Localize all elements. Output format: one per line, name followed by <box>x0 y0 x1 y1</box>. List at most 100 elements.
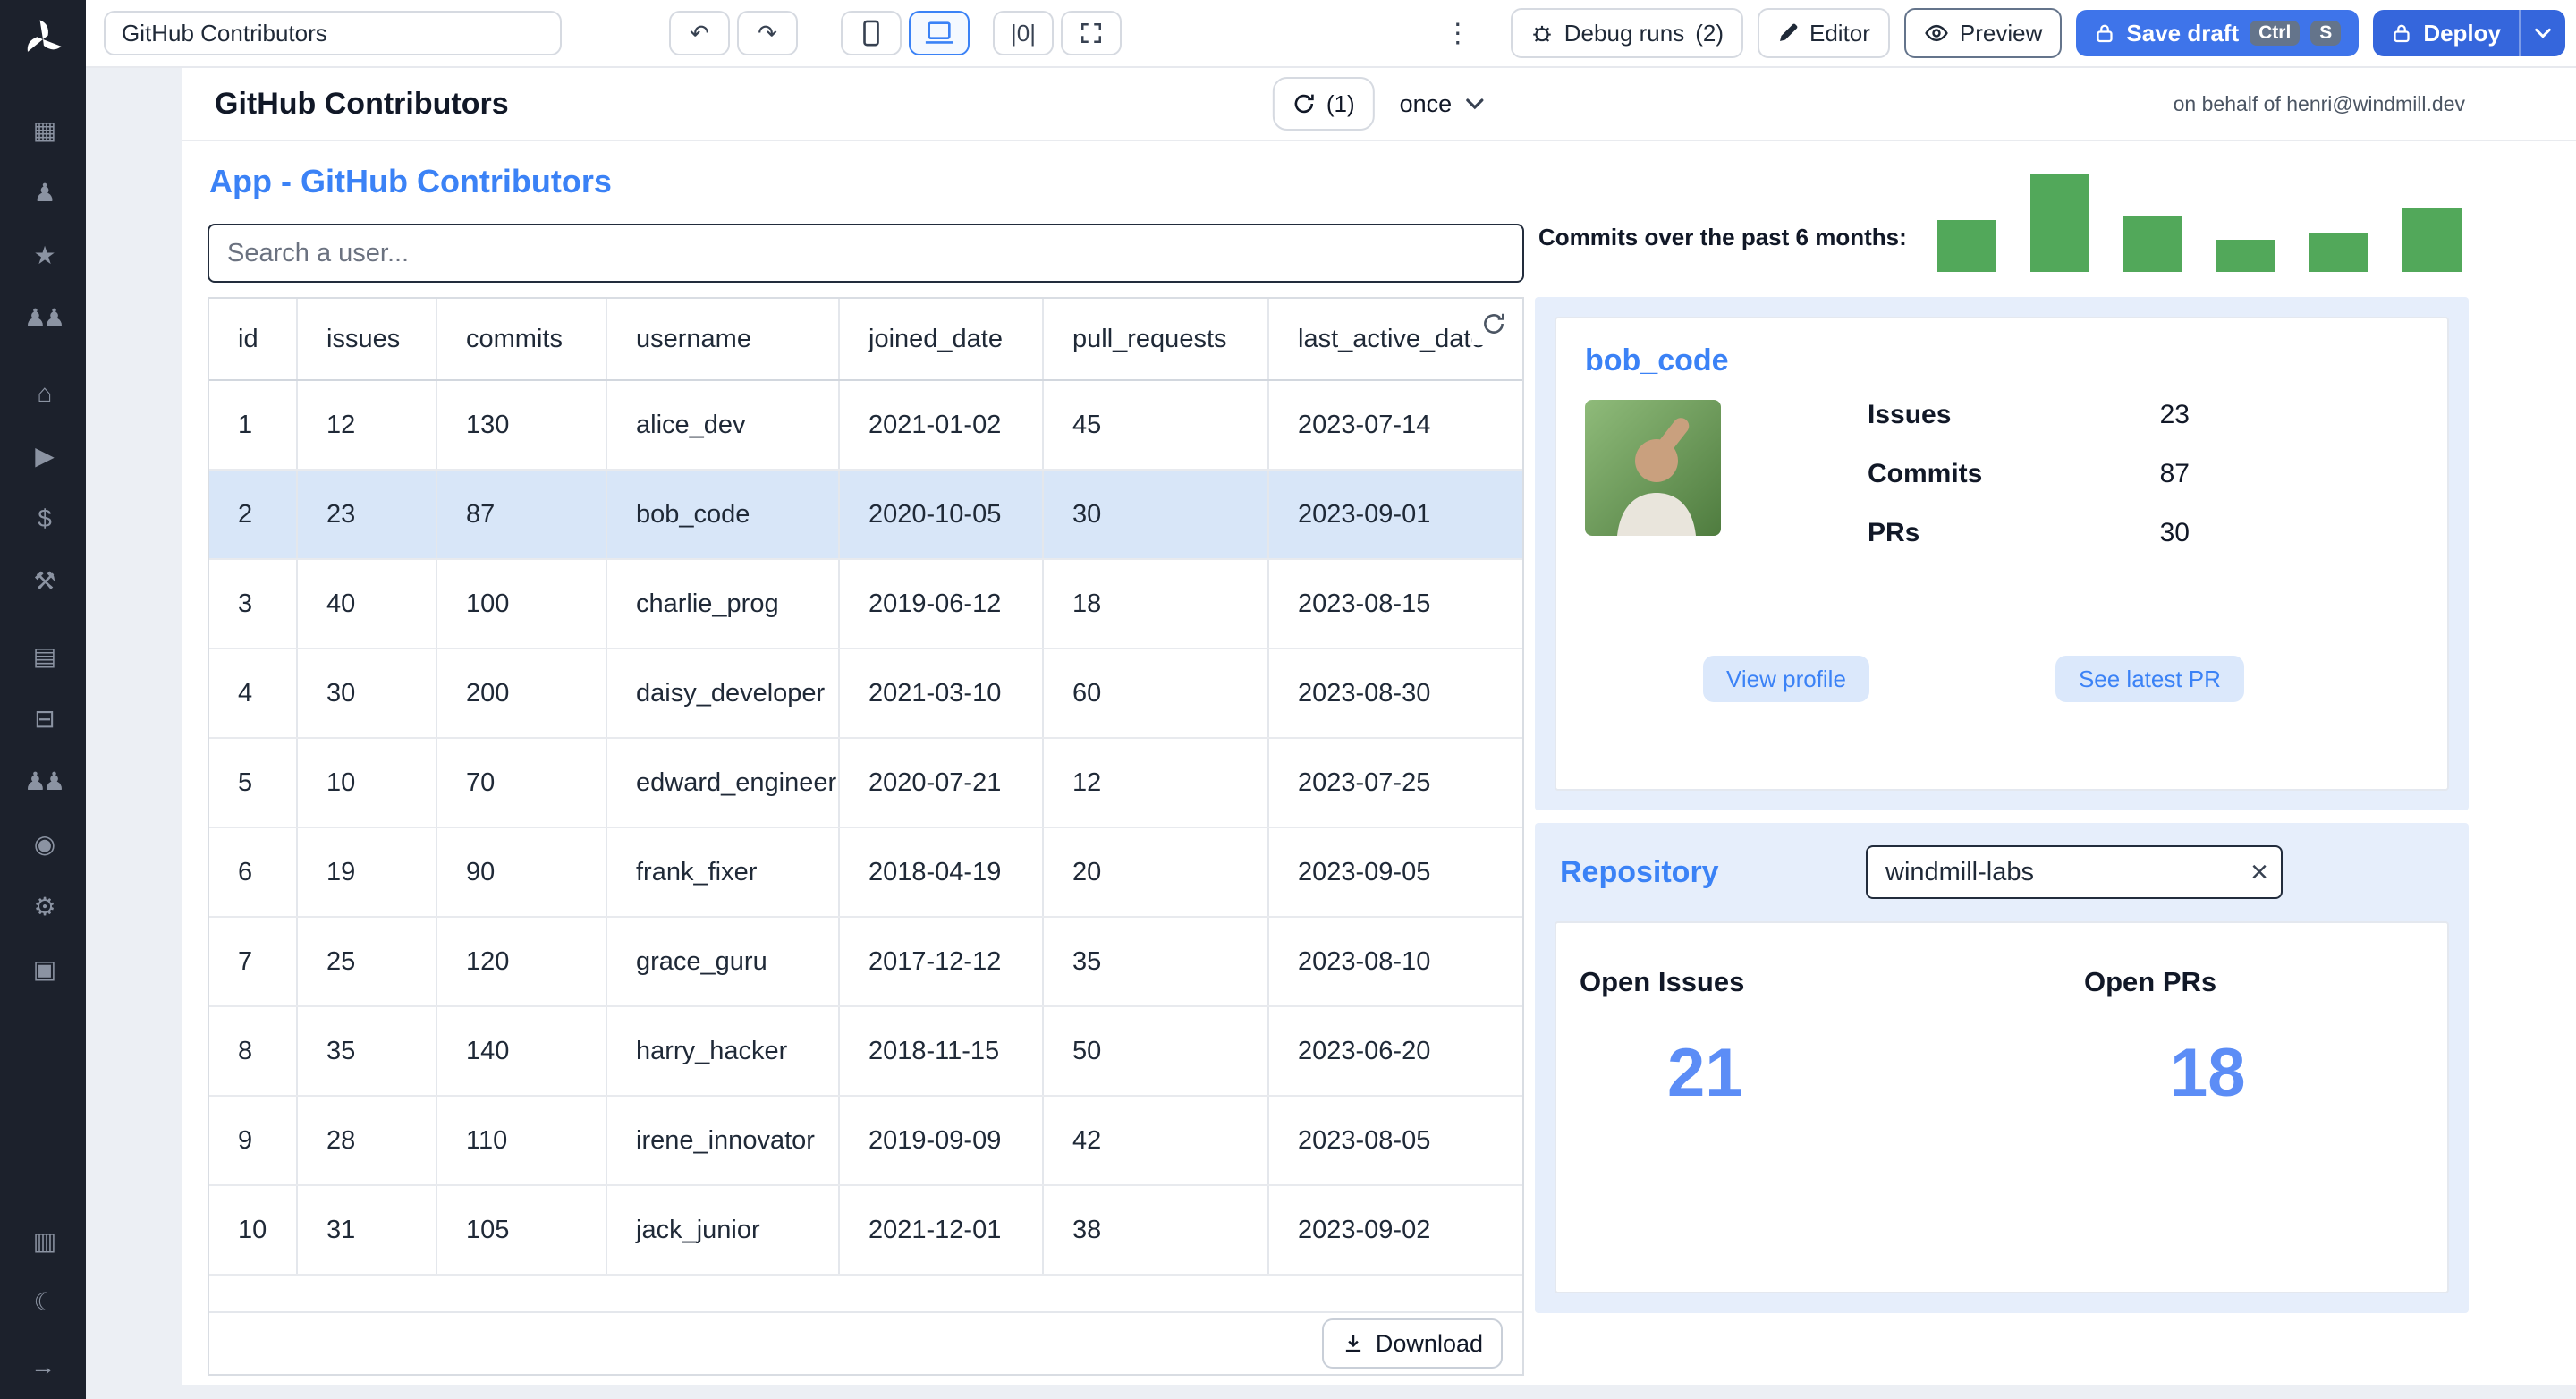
app-header: GitHub Contributors (1) once on behalf o… <box>182 68 2576 141</box>
save-draft-button[interactable]: Save draft Ctrl S <box>2076 10 2360 56</box>
phone-icon <box>863 20 879 47</box>
column-header[interactable]: id <box>209 299 298 381</box>
sidebar-item-workers-icon[interactable]: ⚒ <box>25 564 61 599</box>
more-menu-button[interactable]: ⋮ <box>1430 18 1486 49</box>
download-icon <box>1345 1335 1361 1352</box>
sidebar-item-runs-icon[interactable]: ▶ <box>25 438 61 474</box>
column-header[interactable]: pull_requests <box>1043 299 1269 381</box>
schedule-label: once <box>1399 89 1453 117</box>
redo-button[interactable]: ↷ <box>737 11 798 55</box>
editor-button[interactable]: Editor <box>1757 8 1890 58</box>
refresh-all-button[interactable]: (1) <box>1272 77 1375 131</box>
undo-icon: ↶ <box>690 19 709 47</box>
sidebar-item-home-icon[interactable]: ⌂ <box>25 376 61 411</box>
see-latest-pr-button[interactable]: See latest PR <box>2055 656 2244 702</box>
column-header[interactable]: username <box>606 299 840 381</box>
sidebar-item-ai-icon[interactable]: ▣ <box>25 952 61 988</box>
sidebar-item-members-icon[interactable]: ♟♟ <box>24 764 65 800</box>
sidebar-item-user-icon[interactable]: ♟ <box>25 175 61 211</box>
sidebar-item-audit-icon[interactable]: ◉ <box>25 827 61 862</box>
download-label: Download <box>1375 1329 1483 1357</box>
sidebar-item-settings-icon[interactable]: ⚙ <box>25 889 61 925</box>
refresh-icon <box>1484 313 1504 334</box>
app-name-input[interactable] <box>104 11 562 55</box>
user-stats: Issues 23 Commits 87 PRs 30 <box>1868 400 2190 577</box>
chart-bar <box>2402 208 2462 272</box>
expand-icon <box>1081 23 1101 43</box>
desktop-view-button[interactable] <box>909 11 970 55</box>
table-row[interactable]: 7 25 120 grace_guru 2017-12-12 35 2023-08-10 <box>209 917 1522 1007</box>
chart-bar <box>2123 216 2182 272</box>
table-row[interactable]: 8 35 140 harry_hacker 2018-11-15 50 2023-06-20 <box>209 1006 1522 1097</box>
chevron-down-icon <box>1466 98 1484 110</box>
debug-runs-button[interactable]: Debug runs (2) <box>1510 8 1743 58</box>
sidebar-groups: ▦ ♟ ★ ♟♟ ⌂ ▶ $ ⚒ ▤ ⊟ ♟♟ ◉ ⚙ ▣ <box>24 73 65 988</box>
sidebar-item-folders-icon[interactable]: ⊟ <box>25 701 61 737</box>
sidebar-item-dark-mode-icon[interactable]: ☾ <box>25 1285 61 1320</box>
mobile-view-button[interactable] <box>841 11 902 55</box>
deploy-button[interactable]: Deploy <box>2373 10 2565 56</box>
table-refresh-button[interactable] <box>1472 302 1515 345</box>
undo-button[interactable]: ↶ <box>669 11 730 55</box>
repository-stats-card: Open Issues 21 Open PRs 18 <box>1555 921 2449 1293</box>
sidebar-item-schedules-icon[interactable]: ▤ <box>25 639 61 674</box>
open-prs-value: 18 <box>2170 1035 2246 1111</box>
save-draft-label: Save draft <box>2126 19 2240 47</box>
stat-issues: Issues 23 <box>1868 400 2190 429</box>
table-row[interactable]: 5 10 70 edward_engineer 2020-07-21 12 2023-07-… <box>209 738 1522 828</box>
commits-chart <box>1937 174 2474 272</box>
user-avatar <box>1585 400 1721 536</box>
schedule-dropdown[interactable]: once <box>1400 90 1487 118</box>
download-button[interactable]: Download <box>1321 1318 1503 1369</box>
lock-icon <box>2394 24 2410 43</box>
table-empty-area <box>209 1276 1522 1311</box>
kbd-s: S <box>2310 21 2342 46</box>
deploy-label: Deploy <box>2423 19 2501 47</box>
sidebar-item-docs-icon[interactable]: ▥ <box>25 1224 61 1259</box>
view-profile-button[interactable]: View profile <box>1703 656 1869 702</box>
app-surface: GitHub Contributors (1) once on behalf o… <box>182 68 2576 1385</box>
laptop-icon <box>925 21 953 44</box>
clear-input-icon[interactable]: × <box>2250 857 2268 887</box>
table-header-row: id issues commits username joined_date pull_r… <box>209 299 1522 381</box>
column-header[interactable]: issues <box>297 299 437 381</box>
sidebar-item-favorites-icon[interactable]: ★ <box>25 238 61 274</box>
table-row[interactable]: 6 19 90 frank_fixer 2018-04-19 20 2023-09-05 <box>209 827 1522 918</box>
bug-icon <box>1533 25 1551 42</box>
sidebar-item-groups-icon[interactable]: ♟♟ <box>24 301 65 336</box>
chart-bar <box>2030 174 2089 272</box>
sidebar-expand-icon[interactable]: → <box>30 1352 55 1381</box>
fullscreen-button[interactable] <box>1061 11 1122 55</box>
column-header[interactable]: commits <box>436 299 607 381</box>
table-row[interactable]: 10 31 105 jack_junior 2021-12-01 38 2023-09-02 <box>209 1185 1522 1276</box>
column-header[interactable]: joined_date <box>839 299 1044 381</box>
kbd-ctrl: Ctrl <box>2250 21 2301 46</box>
preview-label: Preview <box>1959 19 2043 47</box>
app-canvas: App - GitHub Contributors idissuescommit… <box>182 141 2576 1385</box>
debug-runs-count: (2) <box>1695 19 1724 47</box>
table-row[interactable]: 3 40 100 charlie_prog 2019-06-12 18 2023-08-15 <box>209 559 1522 649</box>
sidebar: ▦ ♟ ★ ♟♟ ⌂ ▶ $ ⚒ ▤ ⊟ ♟♟ ◉ ⚙ ▣ ▥ ☾ → <box>0 0 86 1399</box>
eye-icon <box>1925 24 1948 42</box>
windmill-app-editor: ▦♟★♟♟⌂▶$⚒▤⊟♟♟◉⚙▣ ▥☾ → ↶ ↷ <box>0 0 2576 1399</box>
table-row[interactable]: 4 30 200 daisy_developer 2021-03-10 60 2023-08… <box>209 649 1522 739</box>
username-heading: bob_code <box>1585 343 1729 377</box>
page-title: GitHub Contributors <box>215 86 509 121</box>
open-issues-label: Open Issues <box>1580 966 1745 997</box>
chart-bar <box>2309 233 2368 272</box>
deploy-dropdown-button[interactable] <box>2519 10 2565 56</box>
repository-input[interactable] <box>1866 845 2283 899</box>
top-toolbar: ↶ ↷ |0| <box>86 0 2576 68</box>
repository-panel: Repository × Open Issues 21 Open PRs 18 <box>1535 823 2469 1313</box>
windmill-logo-icon[interactable] <box>20 16 66 63</box>
table-row[interactable]: 1 12 130 alice_dev 2021-01-02 45 2023-07-14 <box>209 380 1522 471</box>
stat-commits: Commits 87 <box>1868 459 2190 488</box>
sidebar-bottom: ▥ ☾ <box>25 1224 61 1320</box>
table-row[interactable]: 9 28 110 irene_innovator 2019-09-09 42 2023-08… <box>209 1096 1522 1186</box>
sidebar-item-apps-icon[interactable]: ▦ <box>25 113 61 148</box>
sidebar-item-spend-icon[interactable]: $ <box>25 501 61 537</box>
table-row[interactable]: 2 23 87 bob_code 2020-10-05 30 2023-09-01 <box>209 470 1522 560</box>
center-canvas-button[interactable]: |0| <box>993 11 1054 55</box>
preview-button[interactable]: Preview <box>1903 8 2063 58</box>
search-input[interactable] <box>208 224 1524 283</box>
